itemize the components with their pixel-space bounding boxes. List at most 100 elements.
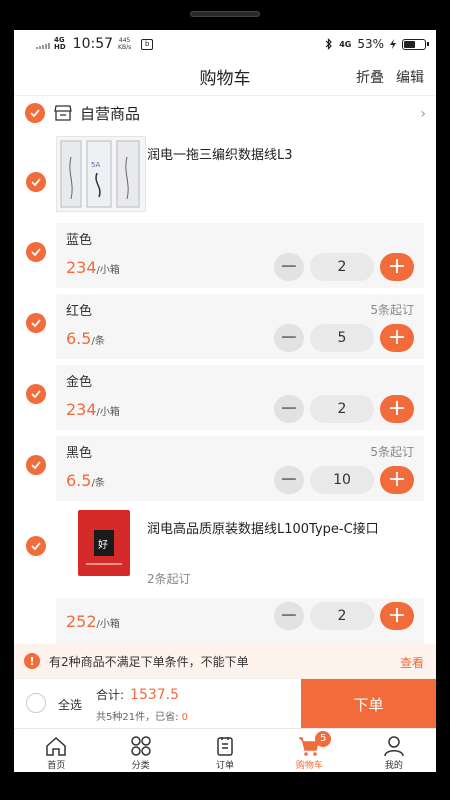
view-link[interactable]: 查看 xyxy=(400,654,424,671)
place-order-button[interactable]: 下单 xyxy=(301,679,436,729)
product-thumbnail[interactable]: 好 xyxy=(72,508,136,578)
edit-button[interactable]: 编辑 xyxy=(396,67,424,87)
checkout-bar: 全选 合计: 1537.5 共5种21件，已省: 0 下单 xyxy=(14,678,436,729)
increase-button[interactable]: + xyxy=(380,253,414,281)
quantity-stepper: − 2 + xyxy=(274,395,414,423)
variant-price: 6.5/条 xyxy=(66,471,105,490)
svg-text:好: 好 xyxy=(98,539,108,551)
svg-text:5A: 5A xyxy=(91,161,100,169)
product-name[interactable]: 润电高品质原装数据线L100Type-C接口 xyxy=(147,518,379,537)
decrease-button[interactable]: − xyxy=(274,395,304,423)
decrease-button[interactable]: − xyxy=(274,602,304,630)
checkmark-icon xyxy=(31,319,41,328)
red-cable-box-image: 好 xyxy=(78,510,130,576)
cable-package-image: 5A xyxy=(60,140,140,208)
variant-price: 234/小箱 xyxy=(66,258,120,277)
checkmark-icon xyxy=(31,390,41,399)
tab-cart[interactable]: 5 购物车 xyxy=(267,729,351,772)
category-icon xyxy=(130,736,151,756)
charging-icon xyxy=(390,39,396,49)
battery-percent: 53% xyxy=(357,37,384,51)
increase-button[interactable]: + xyxy=(380,466,414,494)
chevron-right-icon[interactable]: › xyxy=(420,106,426,122)
variant-row: 252/小箱 − 2 + xyxy=(14,598,436,648)
product-item[interactable]: 好 润电高品质原装数据线L100Type-C接口 2条起订 xyxy=(14,504,436,598)
phone-speaker xyxy=(190,11,260,17)
variant-price: 252/小箱 xyxy=(66,612,120,631)
order-warning-banner: ! 有2种商品不满足下单条件，不能下单 查看 xyxy=(14,644,436,678)
variant-checkbox[interactable] xyxy=(26,455,46,475)
variant-card: 黑色 5条起订 6.5/条 − 10 + xyxy=(56,436,424,501)
checkmark-icon xyxy=(31,461,41,470)
increase-button[interactable]: + xyxy=(380,602,414,630)
product-thumbnail[interactable]: 5A xyxy=(56,136,146,212)
variant-row: 红色 5条起订 6.5/条 − 5 + xyxy=(14,291,436,362)
decrease-button[interactable]: − xyxy=(274,466,304,494)
increase-button[interactable]: + xyxy=(380,324,414,352)
order-icon xyxy=(217,737,233,756)
checkmark-icon xyxy=(31,248,41,257)
variant-row: 黑色 5条起订 6.5/条 − 10 + xyxy=(14,433,436,504)
tab-home[interactable]: 首页 xyxy=(14,729,98,772)
variant-card: 蓝色 234/小箱 − 2 + xyxy=(56,223,424,288)
home-icon xyxy=(46,736,66,756)
quantity-input[interactable]: 2 xyxy=(310,253,374,281)
product-checkbox[interactable] xyxy=(26,536,46,556)
quantity-stepper: − 2 + xyxy=(274,602,414,630)
decrease-button[interactable]: − xyxy=(274,253,304,281)
status-bar: 4G HD 10:57 445 KB/s b 4G 53% xyxy=(14,30,436,58)
variant-card: 252/小箱 − 2 + xyxy=(56,598,424,646)
order-summary: 共5种21件，已省: 0 xyxy=(96,712,189,723)
variant-name: 金色 xyxy=(66,375,93,390)
store-checkbox[interactable] xyxy=(25,103,45,123)
page-title: 购物车 xyxy=(199,69,251,89)
battery-icon xyxy=(402,38,429,50)
select-all-checkbox[interactable] xyxy=(26,693,46,713)
tab-profile[interactable]: 我的 xyxy=(352,729,436,772)
quantity-stepper: − 2 + xyxy=(274,253,414,281)
variant-name: 黑色 xyxy=(66,446,93,461)
quantity-input[interactable]: 2 xyxy=(310,395,374,423)
nav-header: 购物车 折叠 编辑 xyxy=(14,58,436,96)
bottom-tab-bar: 首页 分类 订单 5 购物车 我的 xyxy=(14,728,436,772)
variant-min-order: 5条起订 xyxy=(370,445,414,459)
quantity-stepper: − 10 + xyxy=(274,466,414,494)
clock: 10:57 xyxy=(72,36,114,52)
increase-button[interactable]: + xyxy=(380,395,414,423)
bluetooth-icon xyxy=(325,38,333,50)
checkmark-icon xyxy=(31,542,41,551)
network-speed: 445 KB/s xyxy=(118,37,132,51)
variant-name: 蓝色 xyxy=(66,233,93,248)
select-all-label[interactable]: 全选 xyxy=(58,696,82,713)
tab-category[interactable]: 分类 xyxy=(98,729,182,772)
variant-min-order: 5条起订 xyxy=(370,303,414,317)
checkmark-icon xyxy=(31,178,41,187)
store-icon xyxy=(54,105,72,121)
checkmark-icon xyxy=(30,109,40,118)
cart-count-badge: 5 xyxy=(315,731,332,747)
variant-row: 蓝色 234/小箱 − 2 + xyxy=(14,220,436,291)
variant-checkbox[interactable] xyxy=(26,384,46,404)
total-price: 合计: 1537.5 xyxy=(96,687,180,703)
product-checkbox[interactable] xyxy=(26,172,46,192)
product-name[interactable]: 润电一拖三编织数据线L3 xyxy=(147,144,293,163)
right-network-type: 4G xyxy=(339,39,352,49)
quantity-input[interactable]: 10 xyxy=(310,466,374,494)
variant-checkbox[interactable] xyxy=(26,242,46,262)
variant-row: 金色 234/小箱 − 2 + xyxy=(14,362,436,433)
decrease-button[interactable]: − xyxy=(274,324,304,352)
store-name: 自营商品 xyxy=(80,104,141,123)
store-header[interactable]: 自营商品 › xyxy=(14,96,436,130)
quantity-input[interactable]: 2 xyxy=(310,602,374,630)
app-notification-icon: b xyxy=(141,38,154,50)
variant-price: 6.5/条 xyxy=(66,329,105,348)
profile-icon xyxy=(384,736,404,757)
quantity-input[interactable]: 5 xyxy=(310,324,374,352)
variant-checkbox[interactable] xyxy=(26,313,46,333)
warning-icon: ! xyxy=(24,653,40,669)
app-screen: 4G HD 10:57 445 KB/s b 4G 53% 购物车 折叠 编辑 自营… xyxy=(14,30,436,772)
product-item[interactable]: 5A 润电一拖三编织数据线L3 xyxy=(14,130,436,220)
tab-orders[interactable]: 订单 xyxy=(183,729,267,772)
fold-button[interactable]: 折叠 xyxy=(356,67,384,87)
network-type: 4G HD xyxy=(54,36,66,51)
